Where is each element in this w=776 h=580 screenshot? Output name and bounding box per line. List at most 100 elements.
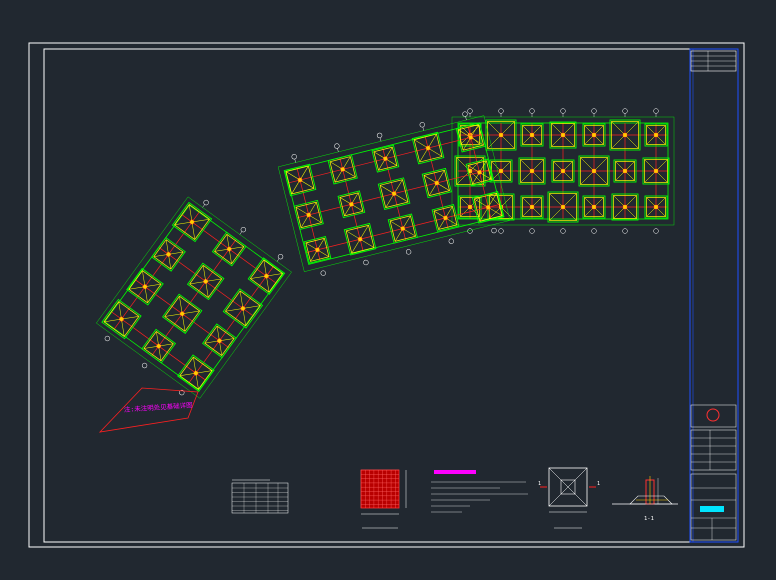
column: [434, 180, 440, 186]
svg-text:1: 1: [538, 481, 541, 487]
title-block: [689, 48, 739, 543]
column: [476, 169, 483, 175]
footing: [293, 199, 324, 231]
footing: [411, 131, 445, 165]
footing: [177, 354, 215, 392]
footing: [343, 222, 377, 256]
footing: [126, 267, 164, 306]
footing: [337, 190, 366, 219]
grid-bubble-icon: [448, 238, 454, 244]
column: [653, 168, 659, 174]
grid-bubble-icon: [591, 228, 597, 234]
grid-bubble-icon: [591, 108, 597, 114]
footing: [162, 293, 203, 334]
column: [226, 246, 233, 253]
svg-text:1: 1: [597, 481, 600, 487]
footing: [303, 235, 332, 264]
grid-bubble-icon: [277, 254, 284, 260]
column: [653, 132, 659, 138]
grid-bubble-icon: [405, 249, 412, 255]
grid-bubble-icon: [363, 259, 369, 266]
grid-bubble-icon: [291, 154, 297, 160]
grid-bubble-icon: [560, 228, 566, 234]
footing: [387, 213, 418, 244]
footing: [421, 167, 452, 199]
column: [560, 204, 566, 210]
column: [306, 212, 312, 218]
column: [382, 156, 388, 162]
drawing-canvas: 注:未注明处见基础详图 1 1 1-1: [28, 42, 745, 548]
footing: [431, 204, 460, 232]
footing: [222, 288, 264, 329]
section-label: 1-1: [644, 516, 654, 522]
company-seal-icon: [706, 408, 720, 422]
column: [141, 283, 148, 290]
grid-bubble-icon: [240, 226, 246, 233]
footing: [186, 262, 225, 301]
column: [348, 201, 355, 207]
column: [297, 177, 303, 183]
grid-bubble-icon: [203, 199, 209, 206]
footing-plan-detail: [360, 469, 407, 529]
column: [155, 343, 162, 350]
grid-bubble-icon: [334, 143, 340, 149]
column: [216, 337, 223, 344]
column: [560, 168, 566, 174]
plan-wing-middle: [277, 111, 511, 276]
column: [591, 168, 597, 174]
column: [202, 278, 209, 285]
column: [314, 247, 321, 253]
footing: [141, 328, 177, 364]
column: [498, 132, 504, 138]
grid-bubble-icon: [622, 228, 628, 234]
column: [591, 204, 597, 210]
column: [485, 204, 491, 210]
column: [468, 134, 474, 141]
grid-bubble-icon: [491, 227, 497, 234]
column: [622, 204, 628, 210]
footing: [371, 144, 400, 173]
cad-drawing-viewport[interactable]: 注:未注明处见基础详图 1 1 1-1: [0, 0, 776, 576]
plan-note-text: 注:未注明处见基础详图: [124, 400, 193, 414]
grid-bubble-icon: [320, 270, 326, 276]
grid-bubble-icon: [498, 228, 504, 234]
column: [192, 370, 199, 377]
grid-bubble-icon: [622, 108, 628, 114]
column: [425, 145, 431, 151]
column: [560, 132, 566, 138]
grid-bubble-icon: [653, 108, 659, 114]
column: [622, 168, 628, 174]
column: [357, 236, 363, 242]
column: [263, 273, 270, 280]
grid-bubble-icon: [529, 108, 535, 114]
grid-bubble-icon: [560, 108, 566, 114]
footing-schedule-table: [231, 479, 289, 514]
status-strip: [700, 506, 724, 512]
column: [118, 316, 125, 323]
column: [529, 204, 535, 210]
section-detail: 1-1: [612, 476, 678, 522]
plan-wing-left: [96, 196, 292, 399]
general-notes: [431, 470, 528, 513]
grid-bubble-icon: [467, 108, 473, 114]
footing: [247, 257, 286, 295]
column: [391, 191, 397, 197]
column: [340, 166, 346, 172]
pedestal-plan-detail: 1 1: [538, 467, 600, 529]
grid-bubble-icon: [462, 111, 468, 117]
grid-bubble-icon: [653, 228, 659, 234]
column: [400, 225, 406, 232]
footing: [171, 201, 213, 243]
column: [529, 168, 535, 174]
grid-bubble-icon: [467, 228, 473, 234]
footing: [101, 298, 142, 340]
footing: [151, 236, 186, 272]
column: [529, 132, 535, 138]
footing: [283, 163, 317, 197]
column: [179, 310, 186, 317]
footing: [377, 177, 411, 210]
column: [188, 218, 196, 226]
footing: [202, 323, 237, 359]
column: [653, 204, 659, 210]
column: [442, 215, 449, 221]
